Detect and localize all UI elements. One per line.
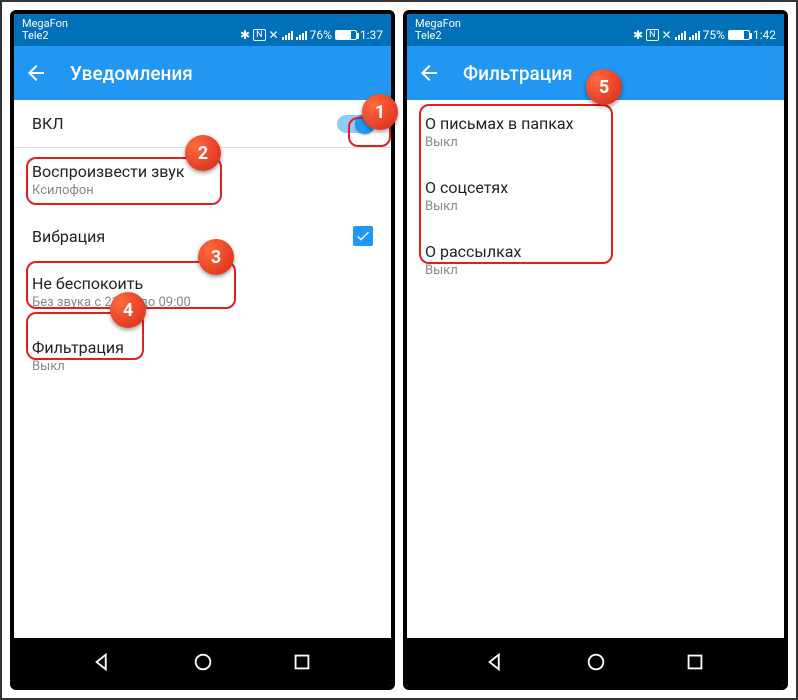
nfc-icon: N [253, 29, 265, 41]
settings-list: ВКЛ Воспроизвести звук Ксилофон Вибрация… [14, 100, 391, 638]
row-dnd-title: Не беспокоить [32, 274, 373, 293]
page-title: Уведомления [70, 62, 193, 85]
nfc-icon: N [646, 29, 658, 41]
row-news-title: О рассылках [425, 242, 766, 261]
row-social[interactable]: О соцсетях Выкл [407, 164, 784, 228]
battery-icon [335, 30, 357, 40]
app-bar: Фильтрация [407, 46, 784, 100]
nav-back-icon[interactable] [92, 651, 114, 673]
row-filter-sub: Выкл [32, 359, 373, 374]
app-bar: Уведомления [14, 46, 391, 100]
arrow-left-icon [24, 61, 48, 85]
phone-filter: MegaFon Tele2 ✱ N ✕ 75% 1:42 Фильтрация [403, 10, 788, 690]
row-news-sub: Выкл [425, 263, 766, 278]
row-news[interactable]: О рассылках Выкл [407, 228, 784, 292]
row-vibration-title: Вибрация [32, 227, 353, 246]
nav-bar [407, 638, 784, 686]
nav-bar [14, 638, 391, 686]
carrier-2: Tele2 [22, 30, 68, 42]
signal-icon-1 [675, 30, 686, 40]
row-enable[interactable]: ВКЛ [14, 100, 391, 148]
bluetooth-icon: ✱ [240, 28, 250, 42]
status-bar: MegaFon Tele2 ✱ N ✕ 76% 1:37 [14, 14, 391, 46]
page-title: Фильтрация [463, 62, 573, 85]
mute-icon: ✕ [662, 28, 672, 42]
filter-list: О письмах в папках Выкл О соцсетях Выкл … [407, 100, 784, 638]
back-button[interactable] [417, 61, 441, 85]
nav-recent-icon[interactable] [684, 651, 706, 673]
row-dnd[interactable]: Не беспокоить Без звука с 21:00 до 09:00 [14, 260, 391, 324]
row-filter-title: Фильтрация [32, 338, 373, 357]
row-sound[interactable]: Воспроизвести звук Ксилофон [14, 148, 391, 212]
nav-back-icon[interactable] [485, 651, 507, 673]
row-folders-title: О письмах в папках [425, 114, 766, 133]
carrier-2: Tele2 [415, 30, 461, 42]
arrow-left-icon [417, 61, 441, 85]
clock: 1:42 [753, 28, 776, 42]
nav-home-icon[interactable] [192, 651, 214, 673]
row-sound-title: Воспроизвести звук [32, 162, 373, 181]
row-social-title: О соцсетях [425, 178, 766, 197]
clock: 1:37 [360, 28, 383, 42]
checkmark-icon [355, 228, 371, 244]
row-sound-sub: Ксилофон [32, 183, 373, 198]
battery-icon [728, 30, 750, 40]
row-filter[interactable]: Фильтрация Выкл [14, 324, 391, 388]
back-button[interactable] [24, 61, 48, 85]
status-bar: MegaFon Tele2 ✱ N ✕ 75% 1:42 [407, 14, 784, 46]
row-folders-sub: Выкл [425, 135, 766, 150]
signal-icon-1 [282, 30, 293, 40]
nav-home-icon[interactable] [585, 651, 607, 673]
mute-icon: ✕ [269, 28, 279, 42]
battery-pct: 75% [703, 28, 725, 42]
row-dnd-sub: Без звука с 21:00 до 09:00 [32, 295, 373, 310]
row-enable-title: ВКЛ [32, 114, 337, 133]
toggle-enable[interactable] [337, 115, 373, 133]
bluetooth-icon: ✱ [633, 28, 643, 42]
signal-icon-2 [296, 30, 307, 40]
row-social-sub: Выкл [425, 199, 766, 214]
checkbox-vibration[interactable] [353, 226, 373, 246]
phone-notifications: MegaFon Tele2 ✱ N ✕ 76% 1:37 Уведомления [10, 10, 395, 690]
row-folders[interactable]: О письмах в папках Выкл [407, 100, 784, 164]
nav-recent-icon[interactable] [291, 651, 313, 673]
battery-pct: 76% [310, 28, 332, 42]
row-vibration[interactable]: Вибрация [14, 212, 391, 260]
signal-icon-2 [689, 30, 700, 40]
